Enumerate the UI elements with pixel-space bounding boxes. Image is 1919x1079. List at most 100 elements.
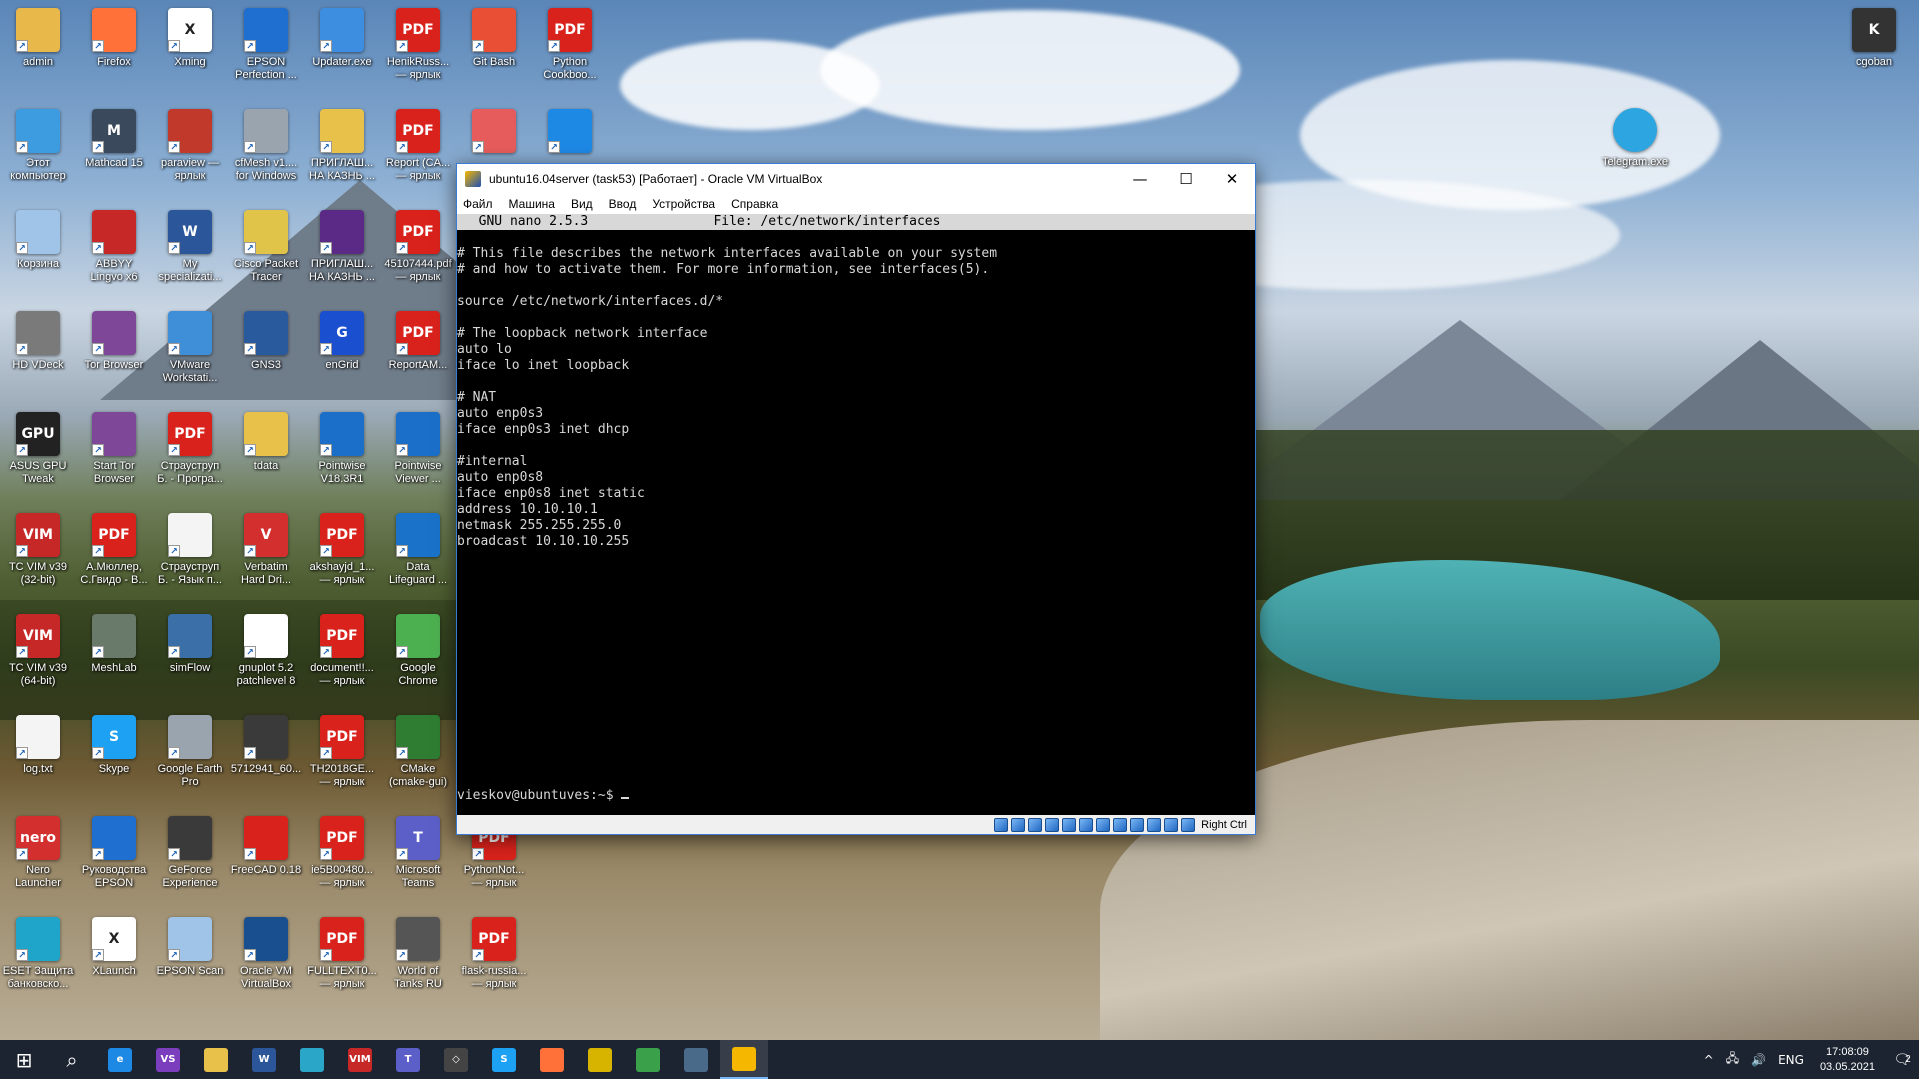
desktop-icon[interactable]: ↗ Корзина <box>0 210 76 306</box>
desktop-icon[interactable]: PDF ↗ Report (CA... — ярлык <box>380 109 456 205</box>
clock[interactable]: 17:08:09 03.05.2021 <box>1820 1045 1875 1075</box>
desktop-icon[interactable]: V ↗ Verbatim Hard Dri... <box>228 513 304 609</box>
desktop-icon[interactable]: ↗ ПРИГЛАШ... НА КАЗНЬ ... <box>304 109 380 205</box>
menu-view[interactable]: Вид <box>571 197 593 211</box>
vm-device-icon[interactable] <box>1181 817 1196 832</box>
vm-device-icon[interactable] <box>1147 817 1162 832</box>
vm-device-icon[interactable] <box>1011 817 1026 832</box>
desktop-icon[interactable]: PDF ↗ Python Cookboo... <box>532 8 608 104</box>
desktop-icon[interactable]: PDF ↗ Страуструп Б. - Програ... <box>152 412 228 508</box>
desktop-icon[interactable]: GPU ↗ ASUS GPU Tweak <box>0 412 76 508</box>
desktop-icon[interactable]: PDF ↗ TH2018GE... — ярлык <box>304 715 380 811</box>
vm-device-icon[interactable] <box>994 817 1009 832</box>
vm-device-icon[interactable] <box>1164 817 1179 832</box>
desktop-icon[interactable]: ↗ EPSON Scan <box>152 917 228 1013</box>
desktop-icon[interactable]: Telegram.exe <box>1597 108 1673 204</box>
start-button[interactable]: ⊞ <box>0 1040 48 1079</box>
desktop-icon[interactable]: PDF ↗ flask-russia... — ярлык <box>456 917 532 1013</box>
volume-icon[interactable]: 🔊 <box>1751 1053 1766 1067</box>
desktop-icon[interactable]: ↗ FreeCAD 0.18 <box>228 816 304 912</box>
taskbar-notepad-button[interactable] <box>624 1040 672 1079</box>
taskbar-virtualbox-cube-button[interactable]: ◇ <box>432 1040 480 1079</box>
desktop-icon[interactable]: S ↗ Skype <box>76 715 152 811</box>
desktop-icon[interactable]: T ↗ Microsoft Teams <box>380 816 456 912</box>
desktop-icon[interactable]: ↗ ПРИГЛАШ... НА КАЗНЬ ... <box>304 210 380 306</box>
desktop-icon[interactable]: ↗ Cisco Packet Tracer <box>228 210 304 306</box>
search-icon[interactable]: ⌕ <box>48 1040 96 1079</box>
desktop-icon[interactable]: ↗ ABBYY Lingvo x6 <box>76 210 152 306</box>
desktop-icon[interactable]: ↗ Oracle VM VirtualBox <box>228 917 304 1013</box>
network-icon[interactable]: 🖧 <box>1726 1049 1739 1070</box>
taskbar-vim-button[interactable]: VIM <box>336 1040 384 1079</box>
desktop-icon[interactable]: PDF ↗ А.Мюллер, С.Гвидо - В... <box>76 513 152 609</box>
menu-help[interactable]: Справка <box>731 197 778 211</box>
vm-device-icon[interactable] <box>1045 817 1060 832</box>
desktop-icon[interactable]: PDF ↗ akshayjd_1... — ярлык <box>304 513 380 609</box>
taskbar-skype-button[interactable]: S <box>480 1040 528 1079</box>
taskbar-virtualbox-active-button[interactable] <box>720 1040 768 1079</box>
desktop-icon[interactable]: ↗ admin <box>0 8 76 104</box>
desktop-icon[interactable]: ↗ Руководства EPSON <box>76 816 152 912</box>
menu-devices[interactable]: Устройства <box>652 197 715 211</box>
desktop-icon[interactable]: PDF ↗ 45107444.pdf — ярлык <box>380 210 456 306</box>
desktop-icon[interactable]: ↗ Страуструп Б. - Язык п... <box>152 513 228 609</box>
menu-file[interactable]: Файл <box>463 197 493 211</box>
desktop-icon[interactable]: ↗ Google Chrome <box>380 614 456 710</box>
desktop-icon[interactable]: ↗ ESET Защита банковско... <box>0 917 76 1013</box>
desktop-icon[interactable]: ↗ Tor Browser <box>76 311 152 407</box>
desktop-icon[interactable]: ↗ World of Tanks RU <box>380 917 456 1013</box>
taskbar-edge-button[interactable]: e <box>96 1040 144 1079</box>
desktop-icon[interactable]: X ↗ XLaunch <box>76 917 152 1013</box>
taskbar-sticky-button[interactable] <box>288 1040 336 1079</box>
desktop-icon[interactable]: ↗ log.txt <box>0 715 76 811</box>
desktop-icon[interactable]: ↗ HD VDeck <box>0 311 76 407</box>
taskbar-screen-tool-button[interactable] <box>672 1040 720 1079</box>
desktop-icon[interactable]: nero ↗ Nero Launcher <box>0 816 76 912</box>
desktop-icon[interactable]: ↗ Updater.exe <box>304 8 380 104</box>
desktop-icon[interactable]: Kcgoban <box>1836 8 1912 104</box>
taskbar-file-explorer-button[interactable] <box>192 1040 240 1079</box>
virtualbox-window[interactable]: ubuntu16.04server (task53) [Работает] - … <box>456 163 1256 835</box>
desktop-icon[interactable]: PDF ↗ FULLTEXT0... — ярлык <box>304 917 380 1013</box>
desktop-icon[interactable]: ↗ Git Bash <box>456 8 532 104</box>
desktop-icon[interactable]: X ↗ Xming <box>152 8 228 104</box>
vm-device-icon[interactable] <box>1130 817 1145 832</box>
taskbar-firefox-button[interactable] <box>528 1040 576 1079</box>
desktop-icon[interactable]: ↗ EPSON Perfection ... <box>228 8 304 104</box>
menu-input[interactable]: Ввод <box>609 197 637 211</box>
desktop-icon[interactable]: PDF ↗ ie5B00480... — ярлык <box>304 816 380 912</box>
vm-console[interactable]: GNU nano 2.5.3 File: /etc/network/interf… <box>457 214 1255 817</box>
desktop-icon[interactable]: ↗ simFlow <box>152 614 228 710</box>
desktop-icon[interactable]: ↗ gnuplot 5.2 patchlevel 8 <box>228 614 304 710</box>
desktop-icon[interactable]: M ↗ Mathcad 15 <box>76 109 152 205</box>
notification-center-button[interactable]: 🗨 2 <box>1885 1040 1919 1079</box>
maximize-button[interactable]: ☐ <box>1163 164 1209 194</box>
desktop-icon[interactable]: ↗ Firefox <box>76 8 152 104</box>
desktop-icon[interactable]: ↗ VMware Workstati... <box>152 311 228 407</box>
menu-machine[interactable]: Машина <box>509 197 555 211</box>
minimize-button[interactable]: — <box>1117 164 1163 194</box>
desktop-icon[interactable]: ↗ Pointwise Viewer ... <box>380 412 456 508</box>
vm-device-icon[interactable] <box>1113 817 1128 832</box>
desktop-icon[interactable]: ↗ cfMesh v1.... for Windows <box>228 109 304 205</box>
window-titlebar[interactable]: ubuntu16.04server (task53) [Работает] - … <box>457 164 1255 194</box>
desktop-icon[interactable]: PDF ↗ ReportAM... <box>380 311 456 407</box>
taskbar-visual-studio-button[interactable]: VS <box>144 1040 192 1079</box>
language-indicator[interactable]: ENG <box>1778 1053 1804 1067</box>
desktop-icon[interactable]: ↗ Pointwise V18.3R1 <box>304 412 380 508</box>
desktop-icon[interactable]: ↗ paraview — ярлык <box>152 109 228 205</box>
desktop-icon[interactable]: VIM ↗ TC VIM v39 (32-bit) <box>0 513 76 609</box>
desktop-icon[interactable]: ↗ tdata <box>228 412 304 508</box>
vm-device-icon[interactable] <box>1028 817 1043 832</box>
taskbar-dotnet-button[interactable] <box>576 1040 624 1079</box>
desktop-icon[interactable]: PDF ↗ document!!... — ярлык <box>304 614 380 710</box>
vm-device-icon[interactable] <box>1096 817 1111 832</box>
desktop-icon[interactable]: ↗ GNS3 <box>228 311 304 407</box>
desktop-icon[interactable]: ↗ GeForce Experience <box>152 816 228 912</box>
desktop-icon[interactable]: ↗ CMake (cmake-gui) <box>380 715 456 811</box>
desktop-icon[interactable]: ↗ Start Tor Browser <box>76 412 152 508</box>
desktop-icon[interactable]: PDF ↗ HenikRuss... — ярлык <box>380 8 456 104</box>
desktop-icon[interactable]: ↗ Этот компьютер <box>0 109 76 205</box>
taskbar-teams-button[interactable]: T <box>384 1040 432 1079</box>
desktop-icon[interactable]: ↗ Data Lifeguard ... <box>380 513 456 609</box>
